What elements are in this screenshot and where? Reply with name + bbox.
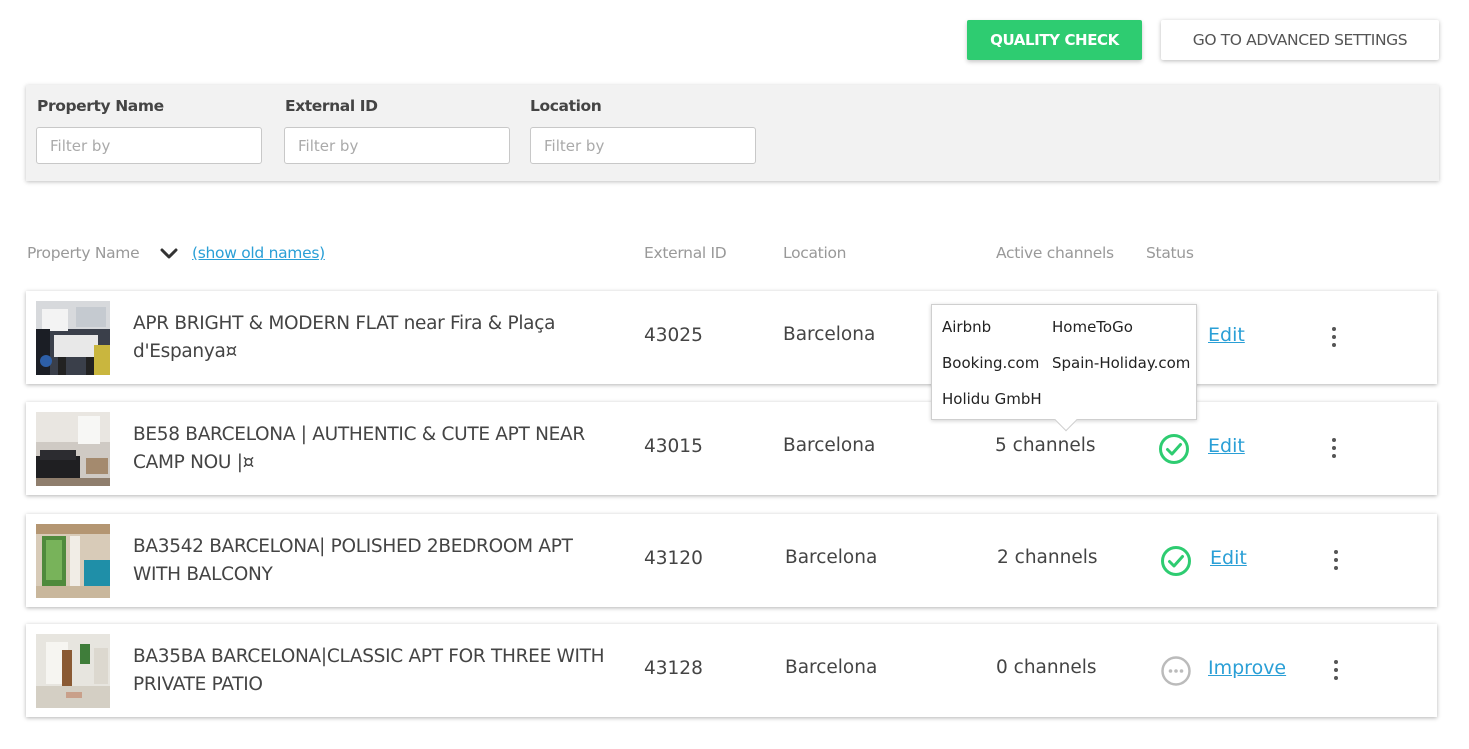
edit-link[interactable]: Edit (1208, 324, 1245, 346)
column-header-active-channels: Active channels (996, 244, 1114, 262)
external-id: 43015 (644, 436, 703, 457)
table-row: BE58 BARCELONA | AUTHENTIC & CUTE APT NE… (26, 402, 1437, 495)
advanced-settings-button[interactable]: GO TO ADVANCED SETTINGS (1161, 20, 1439, 60)
property-name: APR BRIGHT & MODERN FLAT near Fira & Pla… (133, 313, 556, 362)
chevron-down-icon[interactable] (160, 247, 178, 261)
column-header-status: Status (1146, 244, 1194, 262)
filter-label-location: Location (530, 97, 602, 115)
filter-panel: Property Name External ID Location (26, 85, 1439, 181)
location: Barcelona (785, 547, 878, 568)
edit-link[interactable]: Edit (1210, 547, 1247, 569)
column-header-external-id: External ID (644, 244, 727, 262)
property-thumbnail (36, 412, 110, 486)
channel-name: Booking.com (942, 354, 1040, 372)
external-id: 43128 (644, 658, 703, 679)
more-options-icon[interactable] (1322, 436, 1346, 460)
column-header-property-name[interactable]: Property Name (27, 244, 140, 262)
quality-check-button[interactable]: QUALITY CHECK (967, 20, 1142, 60)
table-row: BA35BA BARCELONA|CLASSIC APT FOR THREE W… (26, 624, 1437, 717)
filter-label-property-name: Property Name (37, 97, 164, 115)
channels-tooltip: Airbnb HomeToGo Booking.com Spain-Holida… (931, 304, 1197, 420)
property-name: BA3542 BARCELONA| POLISHED 2BEDROOM APT … (133, 536, 573, 585)
table-row: BA3542 BARCELONA| POLISHED 2BEDROOM APT … (26, 514, 1437, 607)
check-icon (1159, 434, 1189, 464)
table-row: APR BRIGHT & MODERN FLAT near Fira & Pla… (26, 291, 1437, 384)
location: Barcelona (785, 657, 878, 678)
location-filter-input[interactable] (530, 127, 756, 164)
property-thumbnail (36, 301, 110, 375)
improve-link[interactable]: Improve (1208, 657, 1286, 679)
active-channels-count[interactable]: 2 channels (997, 547, 1098, 568)
active-channels-count[interactable]: 0 channels (996, 657, 1097, 678)
external-id-filter-input[interactable] (284, 127, 510, 164)
check-icon (1161, 546, 1191, 576)
channel-name: HomeToGo (1052, 318, 1133, 336)
more-options-icon[interactable] (1324, 658, 1348, 682)
more-options-icon[interactable] (1324, 548, 1348, 572)
property-name: BA35BA BARCELONA|CLASSIC APT FOR THREE W… (133, 646, 605, 695)
property-name: BE58 BARCELONA | AUTHENTIC & CUTE APT NE… (133, 424, 585, 473)
property-thumbnail (36, 524, 110, 598)
column-header-location: Location (783, 244, 847, 262)
more-options-icon[interactable] (1322, 325, 1346, 349)
channel-name: Holidu GmbH (942, 390, 1042, 408)
channel-name: Airbnb (942, 318, 992, 336)
property-name-filter-input[interactable] (36, 127, 262, 164)
external-id: 43120 (644, 548, 703, 569)
pending-icon (1161, 656, 1191, 686)
location: Barcelona (783, 435, 876, 456)
external-id: 43025 (644, 325, 703, 346)
edit-link[interactable]: Edit (1208, 435, 1245, 457)
active-channels-count[interactable]: 5 channels (995, 435, 1096, 456)
filter-label-external-id: External ID (285, 97, 378, 115)
property-thumbnail (36, 634, 110, 708)
show-old-names-link[interactable]: (show old names) (192, 244, 325, 262)
channel-name: Spain-Holiday.com (1052, 354, 1191, 372)
location: Barcelona (783, 324, 876, 345)
